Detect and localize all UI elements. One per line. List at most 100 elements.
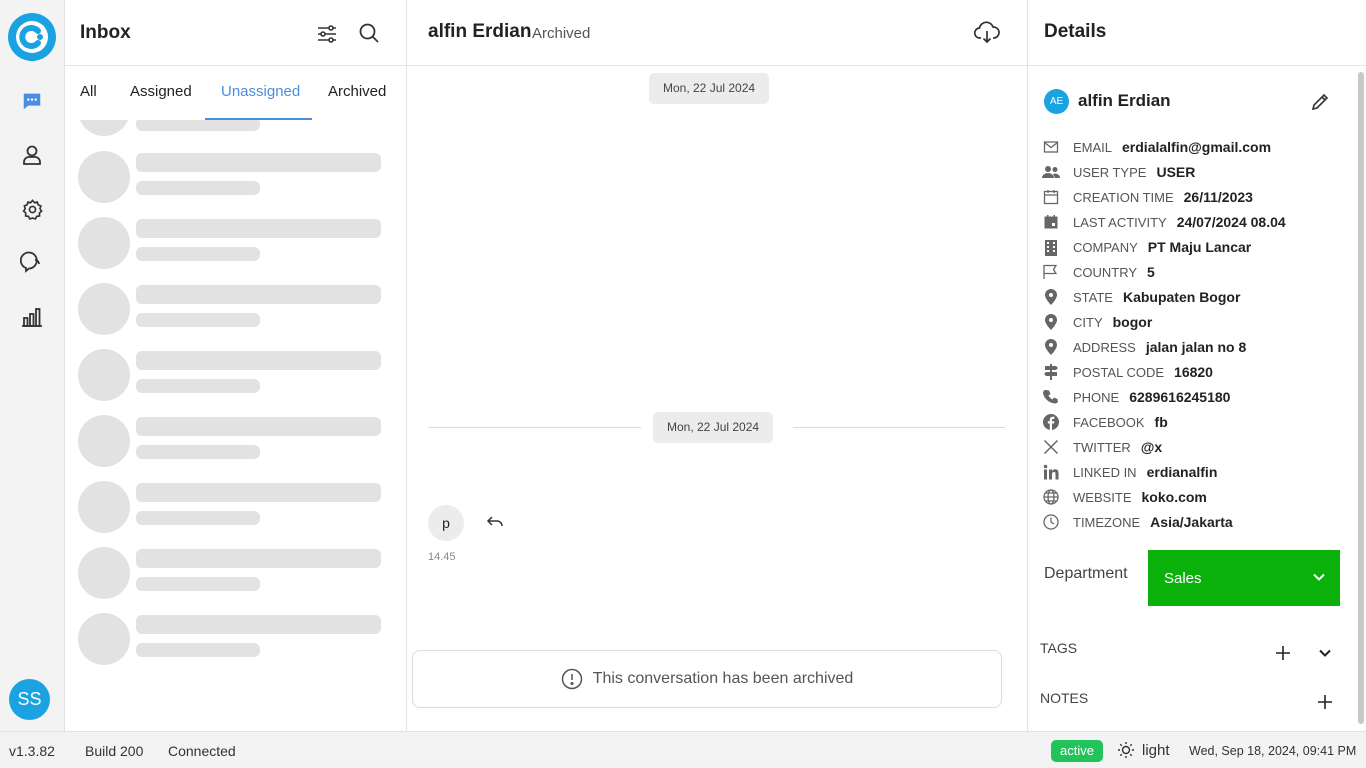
details-panel: Details AE alfin Erdian EMAIL erdialalfi…	[1027, 0, 1366, 731]
conversation-list-loading	[65, 120, 407, 680]
field-timezone: TIMEZONE Asia/Jakarta	[1042, 511, 1233, 533]
field-label: EMAIL	[1073, 139, 1113, 155]
divider	[428, 427, 641, 428]
field-label: CITY	[1073, 314, 1103, 330]
chevron-down-icon	[1313, 573, 1325, 581]
app-logo-icon[interactable]	[7, 12, 57, 62]
chat-icon[interactable]	[17, 86, 47, 116]
download-icon[interactable]	[974, 20, 1000, 46]
info-icon	[561, 668, 582, 690]
support-icon[interactable]	[17, 248, 47, 278]
user-icon[interactable]	[17, 140, 47, 170]
archived-notice-text: This conversation has been archived	[592, 670, 854, 687]
field-postal-code: POSTAL CODE 16820	[1042, 361, 1213, 383]
chevron-down-icon	[1319, 649, 1331, 657]
phone-icon	[1042, 388, 1060, 406]
date-separator: Mon, 22 Jul 2024	[649, 73, 770, 104]
field-email: EMAIL erdialalfin@gmail.com	[1042, 136, 1271, 158]
globe-icon	[1042, 488, 1060, 506]
inbox-title: Inbox	[80, 22, 131, 43]
field-label: CREATION TIME	[1073, 189, 1174, 205]
connection-status: Connected	[168, 743, 236, 759]
field-value: Asia/Jakarta	[1150, 514, 1233, 530]
field-country: COUNTRY 5	[1042, 261, 1155, 283]
details-title: Details	[1044, 21, 1107, 42]
skeleton-row	[78, 415, 383, 467]
building-icon	[1042, 238, 1060, 256]
message-bubble[interactable]: p	[428, 505, 464, 541]
field-twitter: TWITTER @x	[1042, 436, 1162, 458]
field-label: COUNTRY	[1073, 264, 1138, 280]
field-label: TWITTER	[1073, 439, 1131, 455]
analytics-icon[interactable]	[17, 302, 47, 332]
plus-icon	[1318, 695, 1332, 709]
filter-icon[interactable]	[315, 22, 339, 46]
tab-all[interactable]: All	[80, 83, 97, 100]
theme-toggle[interactable]: light	[1117, 741, 1170, 759]
field-user-type: USER TYPE USER	[1042, 161, 1195, 183]
tab-unassigned[interactable]: Unassigned	[221, 83, 300, 100]
user-avatar[interactable]: SS	[9, 679, 50, 720]
signpost-icon	[1042, 363, 1060, 381]
status-bar: v1.3.82 Build 200 Connected active light…	[0, 731, 1366, 768]
sun-icon	[1118, 742, 1134, 758]
field-value: PT Maju Lancar	[1147, 239, 1252, 255]
edit-icon[interactable]	[1310, 92, 1330, 112]
skeleton-row	[78, 120, 383, 136]
field-value: erdianalfin	[1146, 464, 1218, 480]
field-facebook: FACEBOOK fb	[1042, 411, 1168, 433]
field-address: ADDRESS jalan jalan no 8	[1042, 336, 1246, 358]
field-label: COMPANY	[1073, 239, 1138, 255]
add-note-button[interactable]	[1315, 692, 1335, 712]
skeleton-row	[78, 613, 383, 665]
skeleton-row	[78, 547, 383, 599]
pin-icon	[1042, 288, 1060, 306]
theme-label: light	[1142, 741, 1170, 759]
skeleton-row	[78, 283, 383, 335]
x-twitter-icon	[1042, 438, 1060, 456]
field-phone: PHONE 6289616245180	[1042, 386, 1230, 408]
calendar-filled-icon	[1042, 213, 1060, 231]
field-city: CITY bogor	[1042, 311, 1152, 333]
contact-name: alfin Erdian	[1078, 91, 1171, 110]
reply-icon[interactable]	[486, 513, 504, 531]
chat-panel: alfin Erdian Archived Mon, 22 Jul 2024 M…	[407, 0, 1027, 731]
search-icon[interactable]	[357, 21, 381, 45]
pin-icon	[1042, 313, 1060, 331]
archived-notice: This conversation has been archived	[412, 650, 1002, 708]
field-value: 5	[1147, 264, 1155, 280]
date-separator: Mon, 22 Jul 2024	[653, 412, 774, 443]
clock-icon	[1042, 513, 1060, 531]
scrollbar[interactable]	[1358, 72, 1364, 724]
field-website: WEBSITE koko.com	[1042, 486, 1207, 508]
notes-label: NOTES	[1040, 690, 1089, 706]
tab-archived[interactable]: Archived	[328, 83, 386, 100]
field-value: bogor	[1112, 314, 1153, 330]
field-value: jalan jalan no 8	[1145, 339, 1247, 355]
field-label: LAST ACTIVITY	[1073, 214, 1167, 230]
inbox-tabs: All Assigned Unassigned Archived	[65, 66, 407, 120]
field-last-activity: LAST ACTIVITY 24/07/2024 08.04	[1042, 211, 1286, 233]
tab-assigned[interactable]: Assigned	[130, 83, 192, 100]
status-badge: active	[1051, 740, 1103, 762]
expand-tags-button[interactable]	[1315, 643, 1335, 663]
add-tag-button[interactable]	[1273, 643, 1293, 663]
field-company: COMPANY PT Maju Lancar	[1042, 236, 1251, 258]
field-label: TIMEZONE	[1073, 514, 1141, 530]
inbox-panel: Inbox All Assigned Unassigned Archived	[65, 0, 407, 731]
skeleton-row	[78, 481, 383, 533]
field-value: @x	[1140, 439, 1163, 455]
field-label: FACEBOOK	[1073, 414, 1145, 430]
tags-label: TAGS	[1040, 640, 1078, 656]
details-header: Details	[1028, 0, 1366, 66]
plus-icon	[1276, 646, 1290, 660]
field-label: WEBSITE	[1073, 489, 1132, 505]
field-value: 24/07/2024 08.04	[1176, 214, 1286, 230]
divider	[793, 427, 1005, 428]
field-label: USER TYPE	[1073, 164, 1147, 180]
field-label: ADDRESS	[1073, 339, 1136, 355]
department-select[interactable]: Sales	[1148, 550, 1340, 606]
mail-icon	[1042, 138, 1060, 156]
gear-icon[interactable]	[17, 194, 47, 224]
chat-status: Archived	[532, 25, 591, 42]
